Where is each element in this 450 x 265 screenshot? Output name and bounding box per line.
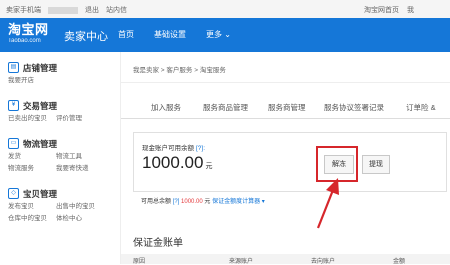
sidebar-link-logistics-tools[interactable]: 物流工具 (56, 151, 104, 163)
taobao-home-link[interactable]: 淘宝网首页 (364, 7, 399, 14)
tab-order-insurance[interactable]: 订单险 & (406, 102, 436, 113)
sidebar-heading-label: 宝贝管理 (23, 189, 58, 199)
tab-service-goods[interactable]: 服务商品管理 (203, 102, 248, 113)
nav-more[interactable]: 更多 ⌄ (206, 18, 231, 52)
logo-text-cn: 淘宝网 (8, 22, 49, 37)
main-header: 淘宝网 Taobao.com 卖家中心 首页 基础设置 更多 ⌄ (0, 18, 450, 52)
sidebar-link-sold-items[interactable]: 已卖出的宝贝 (8, 113, 56, 125)
tab-service-provider[interactable]: 服务商管理 (268, 102, 306, 113)
sidebar: ▤ 店铺管理 我要开店 ¥ 交易管理 已卖出的宝贝 评价管理 ▭ 物流管理 发货 物流工具… (8, 62, 110, 238)
seller-center-title: 卖家中心 (64, 31, 108, 43)
sidebar-section-logistics: ▭ 物流管理 发货 物流工具 物流服务 我要寄快递 (8, 138, 110, 175)
total-balance-line: 可用总余额 [?] 1000.00 元 保证金额度计算器 ▾ (141, 196, 265, 205)
breadcrumb: 我是卖家 > 客户服务 > 淘宝服务 (133, 67, 226, 74)
balance-label-text: 现金账户可用余额 (142, 145, 194, 152)
sidebar-heading-label: 物流管理 (23, 139, 58, 149)
logistics-icon: ▭ (8, 138, 19, 150)
breadcrumb-divider (121, 82, 450, 83)
sidebar-link-reviews[interactable]: 评价管理 (56, 113, 104, 125)
sidebar-section-store: ▤ 店铺管理 我要开店 (8, 62, 110, 87)
sidebar-link-items-on-sale[interactable]: 出售中的宝贝 (56, 201, 104, 213)
service-tabs: 加入服务 服务商品管理 服务商管理 服务协议签署记录 订单险 & (121, 94, 450, 119)
total-help-link[interactable]: [?] (173, 199, 180, 205)
deposit-table-header: 原因 来源账户 去向账户 金额 (121, 254, 450, 265)
main-content: 我是卖家 > 客户服务 > 淘宝服务 加入服务 服务商品管理 服务商管理 服务协… (120, 52, 450, 265)
nav-basic-settings[interactable]: 基础设置 (154, 18, 186, 52)
sidebar-link-send-express[interactable]: 我要寄快递 (56, 163, 104, 175)
topbar-right: 淘宝网首页 我 (356, 5, 414, 15)
sidebar-heading-goods[interactable]: ◇ 宝贝管理 (8, 188, 110, 201)
nav-home[interactable]: 首页 (118, 18, 134, 52)
header-nav: 首页 基础设置 更多 ⌄ (118, 18, 251, 52)
trade-icon: ¥ (8, 100, 19, 112)
top-utility-bar: 卖家手机端 退出 站内信 淘宝网首页 我 (0, 0, 450, 19)
sidebar-link-logistics-service[interactable]: 物流服务 (8, 163, 56, 175)
store-icon: ▤ (8, 62, 19, 74)
highlight-box (316, 146, 358, 182)
sidebar-heading-label: 交易管理 (23, 101, 58, 111)
sidebar-link-items-in-warehouse[interactable]: 仓库中的宝贝 (8, 213, 56, 225)
cash-account-panel: 现金账户可用余额 [?]: 1000.00 元 解冻 提现 (133, 132, 447, 192)
sidebar-heading-logistics[interactable]: ▭ 物流管理 (8, 138, 110, 151)
sidebar-section-trade: ¥ 交易管理 已卖出的宝贝 评价管理 (8, 100, 110, 125)
logo-text-en: Taobao.com (8, 38, 41, 44)
my-taobao-link[interactable]: 我 (407, 7, 414, 14)
sidebar-section-goods: ◇ 宝贝管理 发布宝贝 出售中的宝贝 仓库中的宝贝 体检中心 (8, 188, 110, 225)
balance-value: 1000.00 元 (142, 153, 212, 173)
taobao-logo[interactable]: 淘宝网 Taobao.com (8, 22, 56, 45)
deposit-calculator-link[interactable]: 保证金额度计算器 ▾ (212, 199, 265, 205)
sidebar-link-health-check[interactable]: 体检中心 (56, 213, 104, 225)
sidebar-heading-store[interactable]: ▤ 店铺管理 (8, 62, 110, 75)
tab-agreement-records[interactable]: 服务协议签署记录 (324, 102, 384, 113)
sidebar-link-publish-item[interactable]: 发布宝贝 (8, 201, 56, 213)
logout-link[interactable]: 退出 (85, 7, 99, 14)
deposit-bill-title: 保证金账单 (133, 238, 183, 249)
account-link[interactable]: 卖家手机端 (6, 7, 41, 14)
sidebar-heading-label: 店铺管理 (23, 63, 58, 73)
balance-unit: 元 (205, 163, 213, 170)
total-label: 可用总余额 (141, 199, 172, 205)
balance-label: 现金账户可用余额 [?]: (142, 142, 205, 152)
messages-link[interactable]: 站内信 (106, 7, 127, 14)
sidebar-link-open-store[interactable]: 我要开店 (8, 75, 56, 87)
sidebar-heading-trade[interactable]: ¥ 交易管理 (8, 100, 110, 113)
total-unit: 元 (204, 199, 211, 205)
topbar-left: 卖家手机端 退出 站内信 (6, 5, 134, 15)
balance-amount: 1000.00 (142, 153, 204, 172)
tab-join-service[interactable]: 加入服务 (151, 102, 181, 113)
goods-icon: ◇ (8, 188, 19, 200)
sidebar-link-ship[interactable]: 发货 (8, 151, 56, 163)
withdraw-button[interactable]: 提现 (362, 155, 390, 174)
balance-help-link[interactable]: [?]: (196, 145, 205, 152)
masked-username (48, 6, 78, 14)
total-amount: 1000.00 (181, 199, 203, 205)
